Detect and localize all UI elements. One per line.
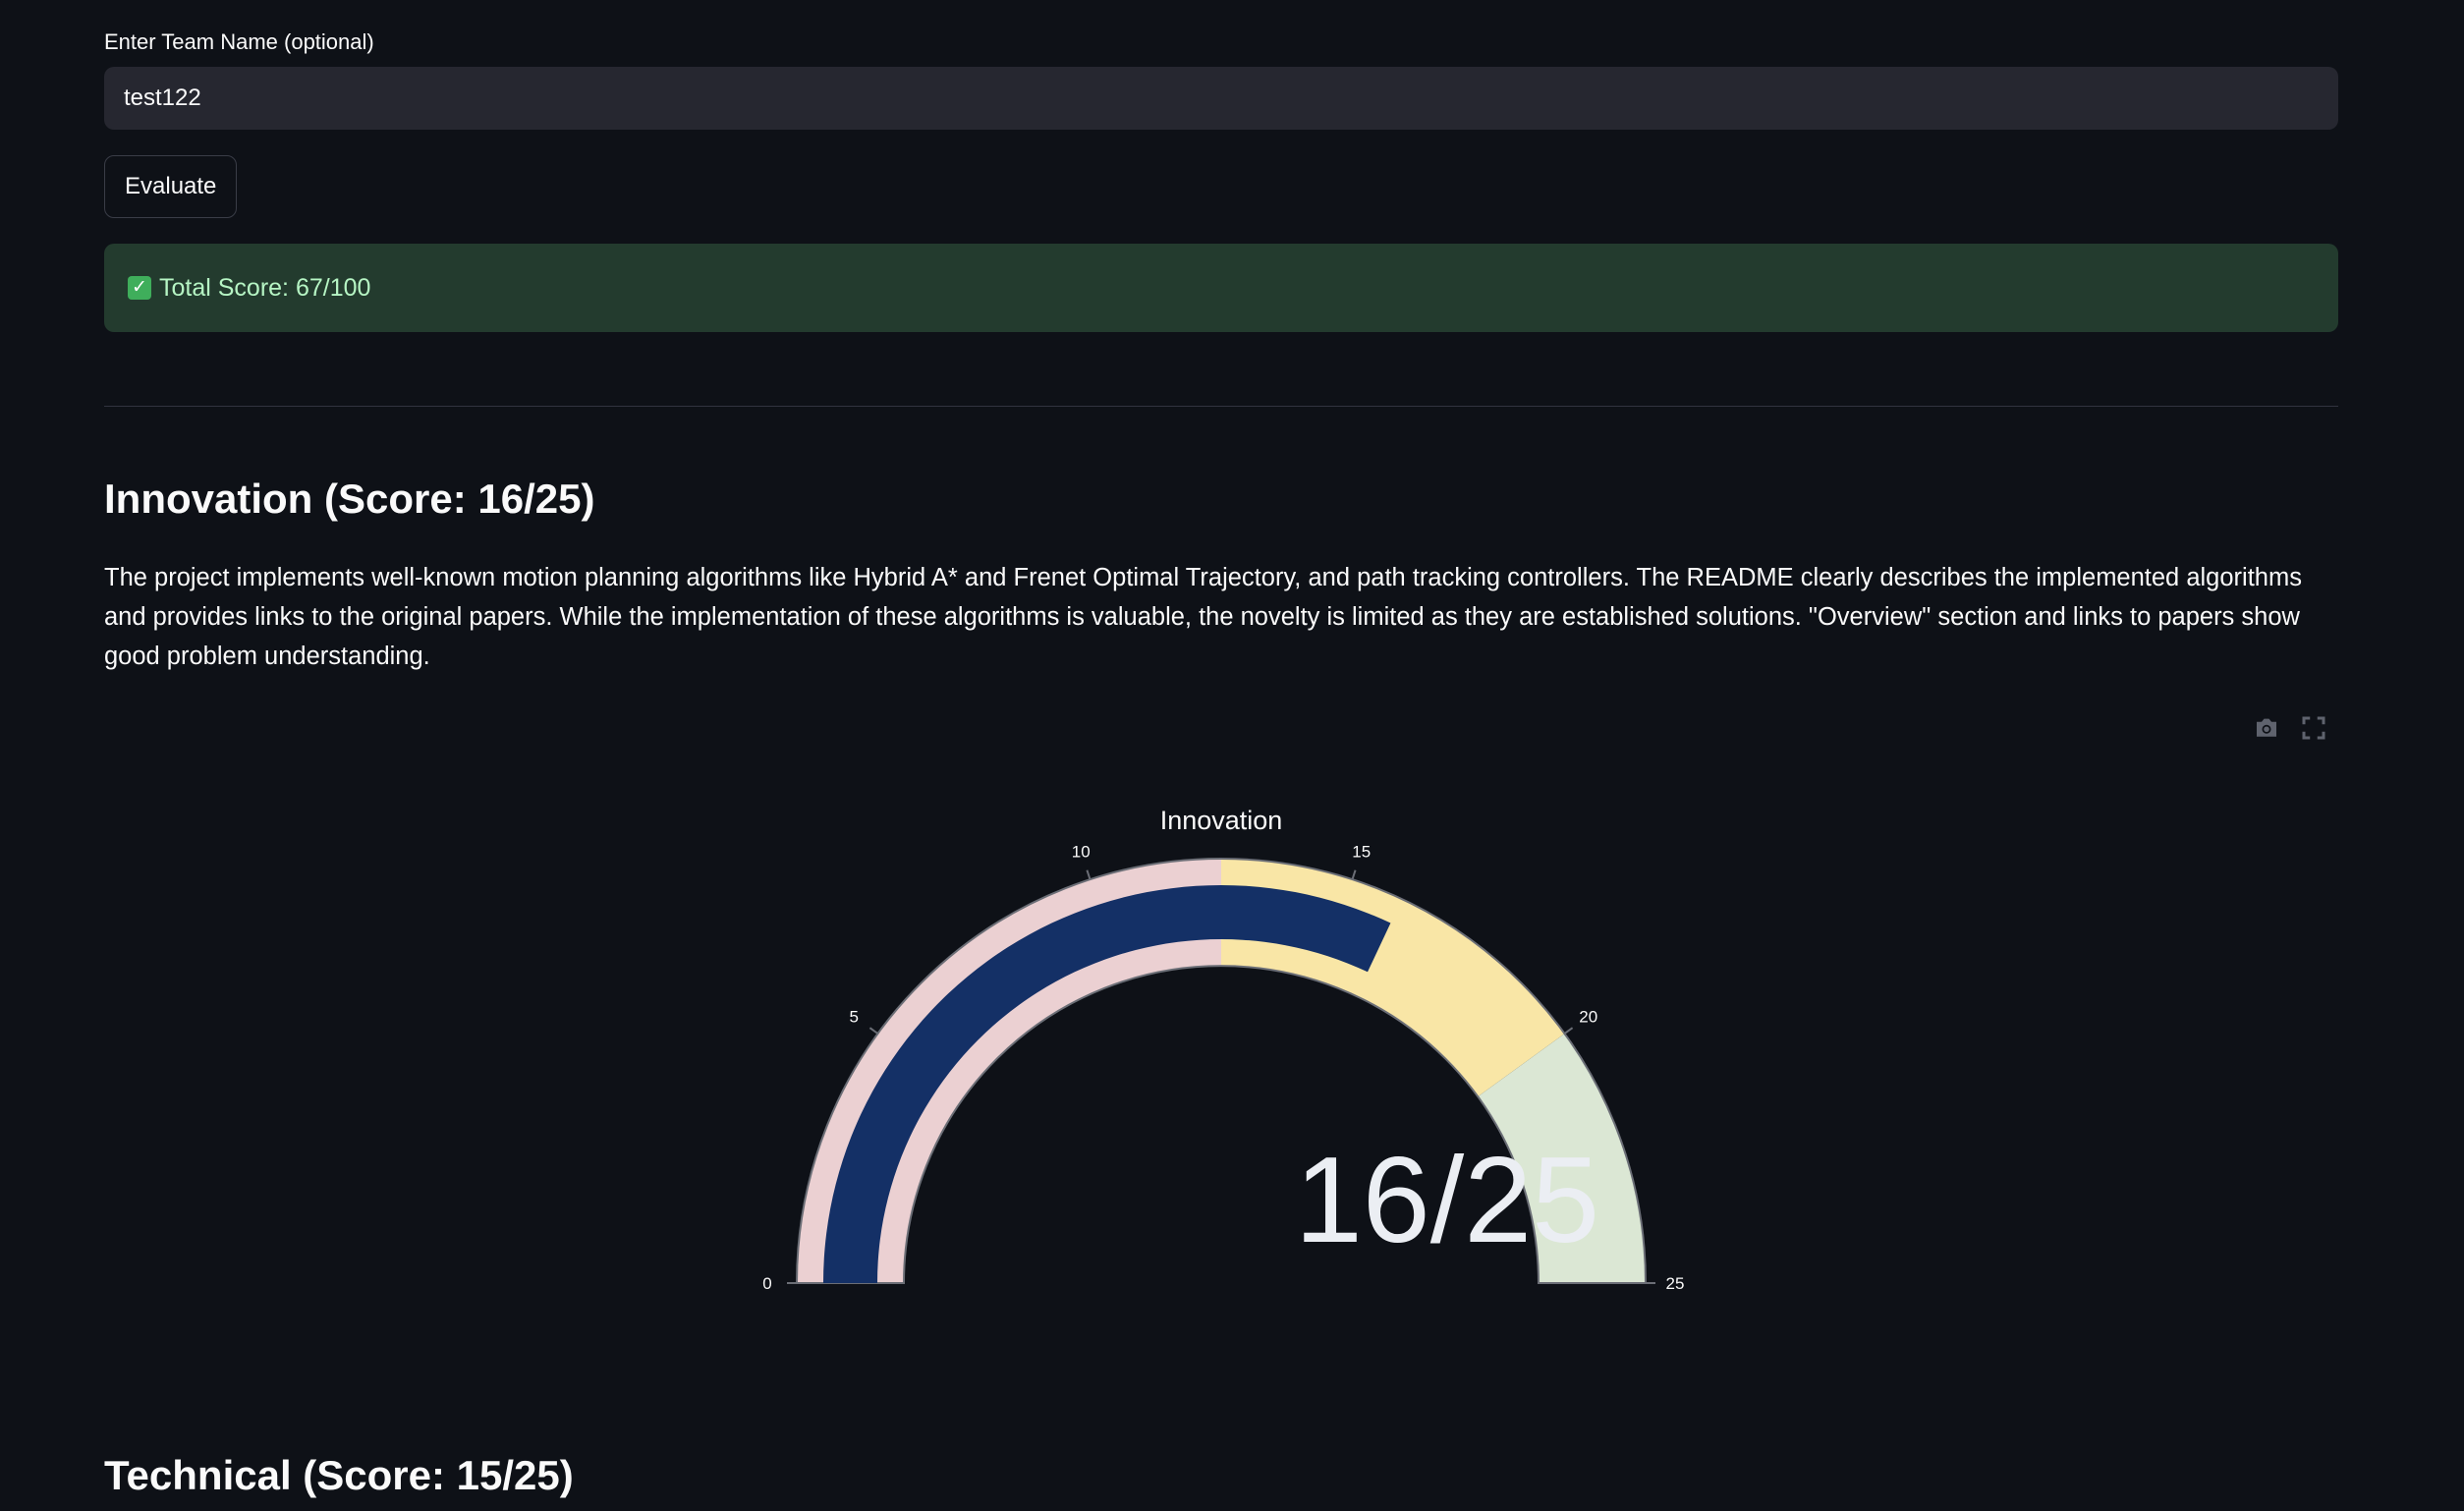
gauge-tick-mark <box>1086 869 1092 880</box>
check-icon: ✓ <box>128 276 151 300</box>
innovation-heading: Innovation (Score: 16/25) <box>104 476 595 522</box>
gauge-tick-mark <box>1563 1027 1574 1035</box>
innovation-gauge-chart: 0 5 10 15 20 25 Innovation 16/25 <box>762 806 1685 1293</box>
gauge-tick-label: 15 <box>1352 843 1371 862</box>
gauge-tick-label: 0 <box>762 1274 771 1293</box>
divider <box>104 406 2338 407</box>
gauge-tick-label: 5 <box>849 1007 858 1026</box>
total-score-text: Total Score: 67/100 <box>159 273 371 302</box>
gauge-tick-label: 10 <box>1072 843 1091 862</box>
gauge-tick-mark <box>1351 869 1357 880</box>
team-name-input[interactable]: test122 <box>104 67 2338 130</box>
gauge-tick-mark <box>868 1027 879 1035</box>
technical-heading: Technical (Score: 15/25) <box>104 1452 574 1498</box>
fullscreen-icon[interactable] <box>2299 713 2328 748</box>
innovation-description: The project implements well-known motion… <box>104 564 2302 670</box>
team-name-label: Enter Team Name (optional) <box>104 29 374 54</box>
gauge-value-text: 16/25 <box>1295 1133 1599 1268</box>
gauge-tick-label: 25 <box>1666 1274 1685 1293</box>
camera-icon[interactable] <box>2252 713 2281 748</box>
total-score-alert: ✓ Total Score: 67/100 <box>104 244 2338 332</box>
gauge-tick-label: 20 <box>1579 1007 1597 1026</box>
evaluate-button[interactable]: Evaluate <box>104 155 238 218</box>
gauge-title: Innovation <box>1160 806 1283 835</box>
